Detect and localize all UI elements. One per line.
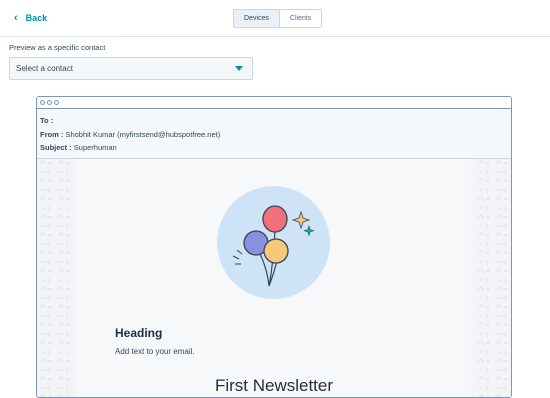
window-titlebar: [37, 97, 511, 109]
tab-devices[interactable]: Devices: [234, 10, 280, 27]
contact-select[interactable]: Select a contact: [9, 57, 253, 80]
caret-down-icon: [235, 66, 243, 71]
top-toolbar: ‹ Back Devices Clients: [0, 0, 550, 37]
background-pattern: [37, 159, 73, 397]
to-label: To :: [40, 116, 54, 125]
balloons-illustration: [217, 186, 330, 299]
email-heading[interactable]: Heading: [115, 326, 162, 340]
chevron-left-icon: ‹: [14, 11, 18, 24]
window-dot-icon: [47, 100, 52, 105]
back-button[interactable]: ‹ Back: [14, 11, 47, 25]
from-row: From : Shobhit Kumar (myfirstsend@hubspo…: [40, 128, 511, 142]
email-body-text[interactable]: Add text to your email.: [115, 347, 195, 356]
window-dot-icon: [54, 100, 59, 105]
subject-row: Subject : Superhuman: [40, 141, 511, 155]
email-body: Heading Add text to your email. First Ne…: [77, 159, 471, 397]
email-preview-window: To : From : Shobhit Kumar (myfirstsend@h…: [36, 96, 512, 398]
background-pattern: [475, 159, 511, 397]
preview-contact-label: Preview as a specific contact: [9, 43, 106, 52]
subject-label: Subject :: [40, 143, 72, 152]
back-label: Back: [25, 13, 48, 23]
email-headers: To : From : Shobhit Kumar (myfirstsend@h…: [37, 109, 511, 159]
email-canvas[interactable]: Heading Add text to your email. First Ne…: [37, 159, 511, 397]
subject-value: Superhuman: [73, 143, 117, 152]
window-dot-icon: [40, 100, 45, 105]
to-row: To :: [40, 114, 511, 128]
tab-clients[interactable]: Clients: [279, 10, 322, 27]
from-value: Shobhit Kumar (myfirstsend@hubspotfree.n…: [65, 129, 221, 139]
newsletter-title[interactable]: First Newsletter: [77, 376, 471, 396]
contact-select-value: Select a contact: [16, 64, 73, 73]
view-toggle: Devices Clients: [233, 9, 323, 28]
from-label: From :: [40, 129, 64, 139]
